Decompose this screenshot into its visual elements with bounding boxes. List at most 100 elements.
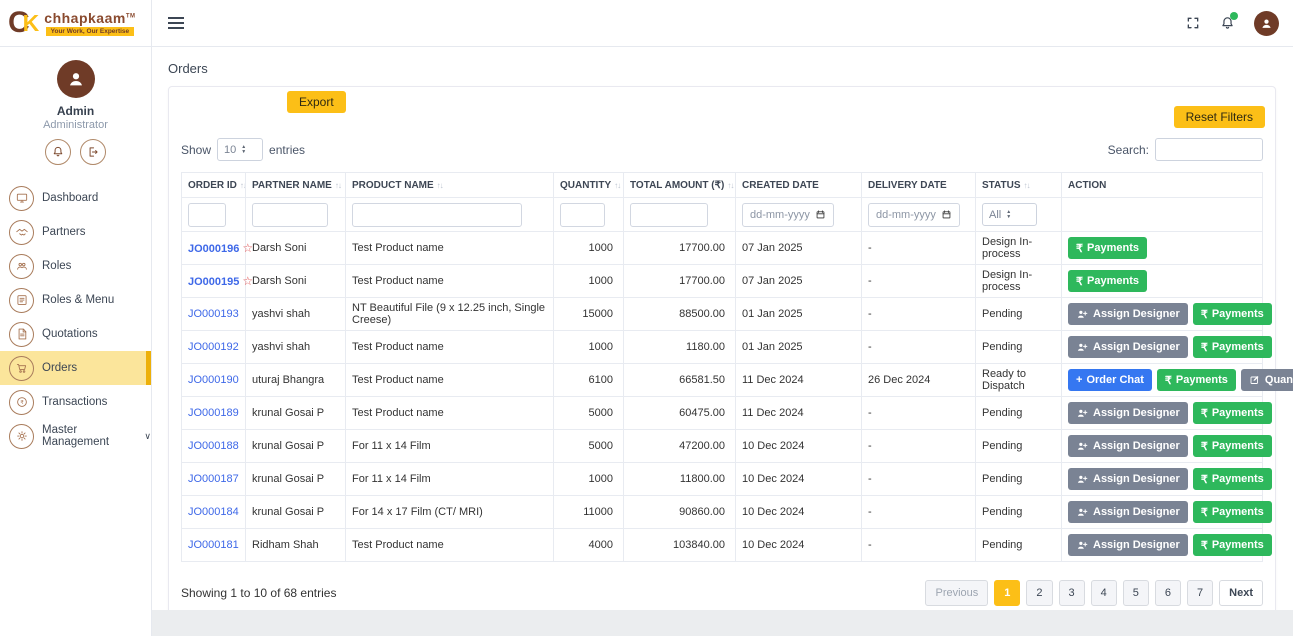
- column-filter-input[interactable]: [188, 203, 226, 227]
- date-filter-input[interactable]: dd-mm-yyyy: [868, 203, 960, 227]
- sidebar-item-roles-menu[interactable]: Roles & Menu: [0, 283, 151, 317]
- order-id-link[interactable]: JO000195: [188, 276, 239, 288]
- sidebar-item-transactions[interactable]: ₹Transactions: [0, 385, 151, 419]
- quantity-cell: 5000: [554, 397, 624, 430]
- order-id-link[interactable]: JO000187: [188, 473, 239, 485]
- assign-designer-button[interactable]: Assign Designer: [1068, 435, 1188, 457]
- payments-button[interactable]: ₹Payments: [1068, 270, 1147, 292]
- column-header[interactable]: ORDER ID↑↓: [182, 173, 246, 198]
- brand-logo[interactable]: CK chhapkaamTM Your Work, Our Expertise: [0, 0, 151, 47]
- date-filter-input[interactable]: dd-mm-yyyy: [742, 203, 834, 227]
- pagination-page-button[interactable]: 3: [1059, 580, 1085, 606]
- export-button[interactable]: Export: [287, 91, 346, 113]
- person-plus-icon: [1076, 539, 1089, 552]
- sidebar-item-partners[interactable]: Partners: [0, 215, 151, 249]
- delivery-date-cell: -: [862, 265, 976, 298]
- pagination-page-button[interactable]: 7: [1187, 580, 1213, 606]
- logout-button[interactable]: [80, 139, 106, 165]
- column-header[interactable]: TOTAL AMOUNT (₹)↑↓: [624, 173, 736, 198]
- delivery-date-cell: -: [862, 529, 976, 562]
- menu-toggle-button[interactable]: [168, 17, 184, 29]
- payments-button[interactable]: ₹Payments: [1193, 501, 1272, 523]
- sidebar-item-roles[interactable]: Roles: [0, 249, 151, 283]
- sort-icon[interactable]: ↑↓: [1024, 181, 1030, 190]
- assign-designer-button[interactable]: Assign Designer: [1068, 303, 1188, 325]
- page-size-select[interactable]: 10 ▲▼: [217, 138, 263, 161]
- sort-icon[interactable]: ↑↓: [437, 181, 443, 190]
- pagination-next-button[interactable]: Next: [1219, 580, 1263, 606]
- partner-name-cell: krunal Gosai P: [246, 496, 346, 529]
- column-header[interactable]: QUANTITY↑↓: [554, 173, 624, 198]
- pagination-page-button[interactable]: 1: [994, 580, 1020, 606]
- sidebar-item-quotations[interactable]: Quotations: [0, 317, 151, 351]
- order-id-link[interactable]: JO000192: [188, 341, 239, 353]
- status-cell: Pending: [976, 529, 1062, 562]
- rupee-circle-icon: ₹: [9, 390, 34, 415]
- reset-filters-button[interactable]: Reset Filters: [1174, 106, 1265, 128]
- sort-icon[interactable]: ↑↓: [727, 181, 733, 190]
- column-filter-input[interactable]: [560, 203, 605, 227]
- pagination-page-button[interactable]: 6: [1155, 580, 1181, 606]
- table-row: JO000192yashvi shahTest Product name1000…: [182, 331, 1263, 364]
- app-root: CK chhapkaamTM Your Work, Our Expertise …: [0, 0, 1293, 636]
- fullscreen-button[interactable]: [1185, 15, 1201, 31]
- order-chat-button[interactable]: +Order Chat: [1068, 369, 1152, 391]
- order-id-link[interactable]: JO000188: [188, 440, 239, 452]
- column-header[interactable]: STATUS↑↓: [976, 173, 1062, 198]
- status-filter-select[interactable]: All▲▼: [982, 203, 1037, 226]
- column-header[interactable]: PRODUCT NAME↑↓: [346, 173, 554, 198]
- search-input[interactable]: [1155, 138, 1263, 161]
- quantity-button[interactable]: Quantity: [1241, 369, 1293, 391]
- pagination-page-button[interactable]: 5: [1123, 580, 1149, 606]
- total-amount-cell: 17700.00: [624, 265, 736, 298]
- brand-logo-icon: CK: [8, 8, 39, 38]
- user-role: Administrator: [0, 119, 151, 131]
- sort-icon[interactable]: ↑↓: [614, 181, 620, 190]
- pagination-previous-button[interactable]: Previous: [925, 580, 988, 606]
- payments-button[interactable]: ₹Payments: [1068, 237, 1147, 259]
- payments-button[interactable]: ₹Payments: [1157, 369, 1236, 391]
- sort-icon[interactable]: ↑↓: [335, 181, 341, 190]
- assign-designer-button[interactable]: Assign Designer: [1068, 402, 1188, 424]
- plus-icon: +: [1076, 374, 1082, 386]
- payments-button[interactable]: ₹Payments: [1193, 402, 1272, 424]
- column-header[interactable]: PARTNER NAME↑↓: [246, 173, 346, 198]
- sidebar-item-dashboard[interactable]: Dashboard: [0, 181, 151, 215]
- profile-menu-button[interactable]: [1254, 11, 1279, 36]
- notifications-bell-button[interactable]: [1219, 15, 1236, 32]
- column-filter-input[interactable]: [352, 203, 522, 227]
- gear-icon: [9, 424, 34, 449]
- payments-button[interactable]: ₹Payments: [1193, 468, 1272, 490]
- sidebar-item-orders[interactable]: Orders: [0, 351, 151, 385]
- assign-designer-button[interactable]: Assign Designer: [1068, 468, 1188, 490]
- pagination-page-button[interactable]: 4: [1091, 580, 1117, 606]
- delivery-date-cell: -: [862, 232, 976, 265]
- column-filter-input[interactable]: [252, 203, 328, 227]
- payments-button[interactable]: ₹Payments: [1193, 534, 1272, 556]
- sort-icon[interactable]: ↑↓: [240, 181, 246, 190]
- status-cell: Pending: [976, 463, 1062, 496]
- notifications-button[interactable]: [45, 139, 71, 165]
- payments-button[interactable]: ₹Payments: [1193, 336, 1272, 358]
- status-cell: Ready to Dispatch: [976, 364, 1062, 397]
- order-id-link[interactable]: JO000184: [188, 506, 239, 518]
- column-filter-input[interactable]: [630, 203, 708, 227]
- payments-button[interactable]: ₹Payments: [1193, 435, 1272, 457]
- order-id-link[interactable]: JO000193: [188, 308, 239, 320]
- order-id-link[interactable]: JO000181: [188, 539, 239, 551]
- partner-name-cell: krunal Gosai P: [246, 397, 346, 430]
- assign-designer-button[interactable]: Assign Designer: [1068, 534, 1188, 556]
- assign-designer-button[interactable]: Assign Designer: [1068, 336, 1188, 358]
- assign-designer-button[interactable]: Assign Designer: [1068, 501, 1188, 523]
- order-id-link[interactable]: JO000190: [188, 374, 239, 386]
- payments-button[interactable]: ₹Payments: [1193, 303, 1272, 325]
- total-amount-cell: 103840.00: [624, 529, 736, 562]
- handshake-icon: [9, 220, 34, 245]
- table-row: JO000188krunal Gosai PFor 11 x 14 Film50…: [182, 430, 1263, 463]
- rupee-icon: ₹: [1201, 440, 1208, 453]
- order-id-link[interactable]: JO000189: [188, 407, 239, 419]
- order-id-link[interactable]: JO000196: [188, 243, 239, 255]
- sidebar-item-master-management[interactable]: Master Management∨: [0, 419, 151, 453]
- pagination-page-button[interactable]: 2: [1026, 580, 1052, 606]
- filter-row: dd-mm-yyyy dd-mm-yyyy All▲▼: [182, 198, 1263, 232]
